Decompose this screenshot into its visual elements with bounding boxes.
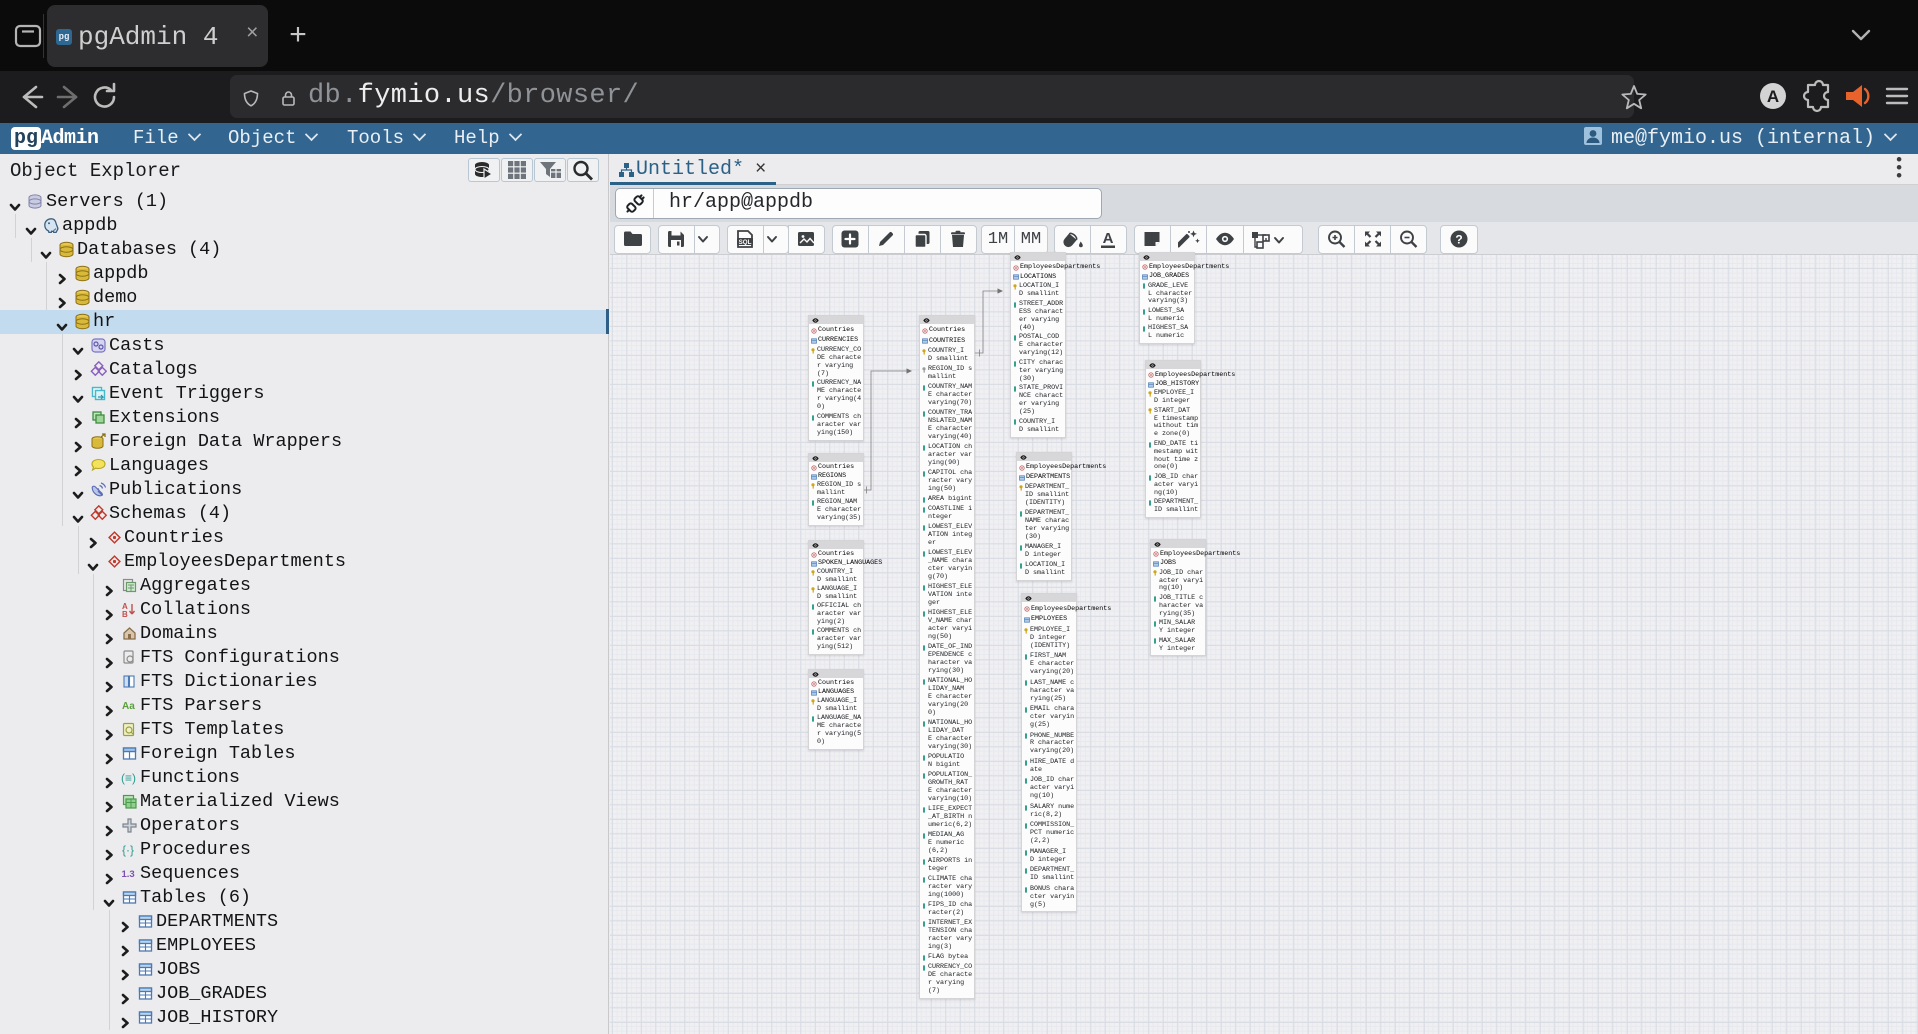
svg-text:1.3: 1.3 <box>122 869 135 880</box>
svg-text:(≡): (≡) <box>121 771 136 785</box>
svg-text:Aa: Aa <box>122 701 135 712</box>
svg-text:A: A <box>1102 230 1113 247</box>
svg-text:A: A <box>1767 87 1779 106</box>
svg-text:?: ? <box>1455 233 1462 247</box>
svg-text:{·}: {·} <box>122 843 134 857</box>
svg-text:SQL: SQL <box>738 239 751 246</box>
svg-text:B: B <box>122 610 128 618</box>
